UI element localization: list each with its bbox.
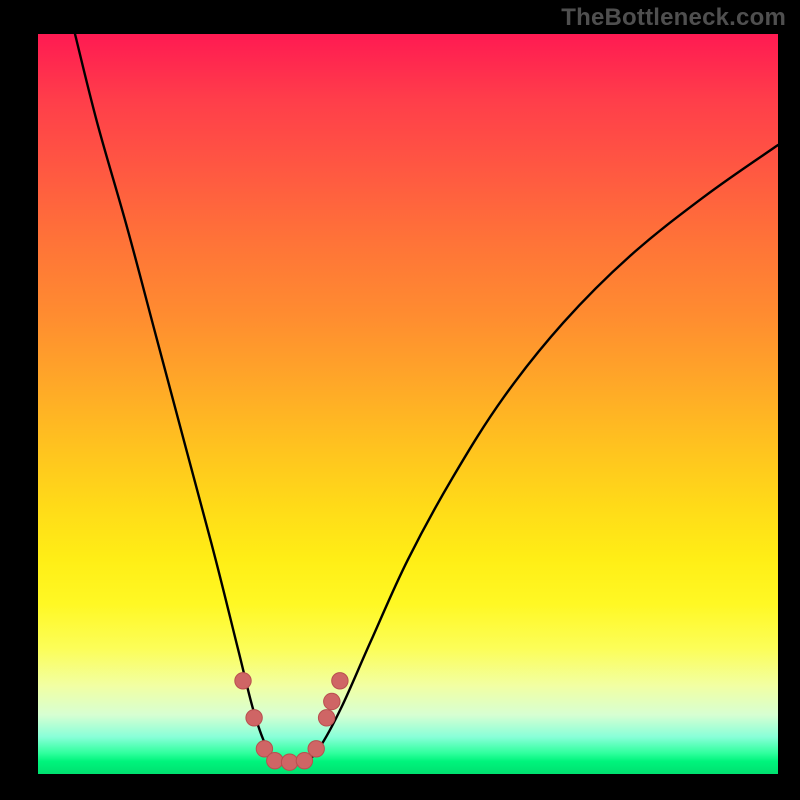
chart-frame: TheBottleneck.com bbox=[0, 0, 800, 800]
curve-markers bbox=[235, 673, 348, 771]
curve-marker bbox=[281, 754, 297, 770]
watermark-text: TheBottleneck.com bbox=[561, 4, 786, 32]
curve-marker bbox=[318, 710, 334, 726]
curve-marker bbox=[308, 741, 324, 757]
curve-marker bbox=[246, 710, 262, 726]
curve-marker bbox=[235, 673, 251, 689]
bottleneck-curve bbox=[75, 34, 778, 764]
curve-marker bbox=[267, 753, 283, 769]
curve-marker bbox=[324, 693, 340, 709]
curve-marker bbox=[332, 673, 348, 689]
bottleneck-curve-svg bbox=[38, 34, 778, 774]
plot-area bbox=[38, 34, 778, 774]
